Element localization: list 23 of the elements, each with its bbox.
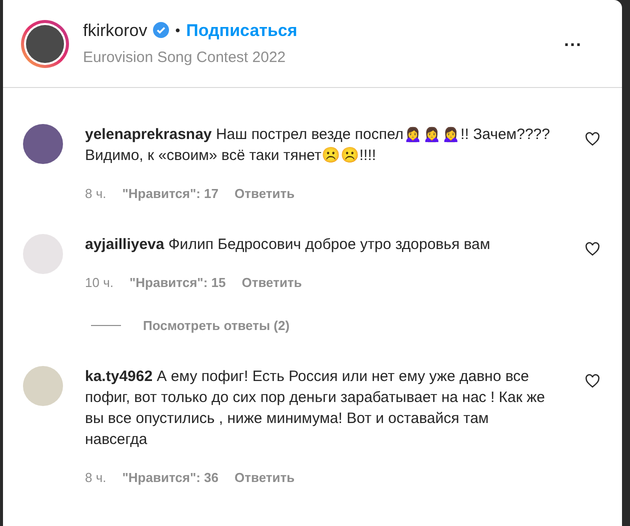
comment-time: 8 ч. [85,468,106,486]
comment-time: 10 ч. [85,274,114,292]
username[interactable]: fkirkorov [83,18,148,43]
reply-button[interactable]: Ответить [234,468,295,487]
reply-button[interactable]: Ответить [234,184,295,204]
comment-text: yelenaprekrasnay Наш пострел везде поспел🙍‍♀🙍‍♀🙍‍♀!! Зачем???? Видимо, к «своим» всё таки тянет☹☹!!!! [85,125,551,166]
comment-text: ka.ty4962 А ему пофиг! Есть Россия или нет ему уже давно все пофиг, вот только до сих пор деньги зарабатывает на нас ! Как же вы все опустились , ниже минимума! Вот и оставайся там навсегда [85,366,546,450]
more-options-button[interactable]: ... [564,30,582,56]
likes-count[interactable]: "Нравится": 17 [122,184,219,204]
comment-time: 8 ч. [85,185,106,203]
commenter-avatar[interactable] [23,124,63,164]
heart-icon[interactable] [585,242,600,256]
follow-link[interactable]: Подписаться [186,18,298,43]
comment-text: ayjailliyeva Филип Бедросович доброе утро здоровья вам [85,234,492,254]
likes-count[interactable]: "Нравится": 36 [122,468,219,487]
reply-button[interactable]: Ответить [242,272,302,292]
location-text: Eurovision Song Contest 2022 [83,48,287,68]
view-replies-button[interactable]: Посмотреть ответы (2) [143,316,290,336]
profile-avatar[interactable] [21,20,69,68]
heart-icon[interactable] [585,374,600,388]
separator-dot: • [175,20,180,40]
likes-count[interactable]: "Нравится": 15 [129,272,226,292]
heart-icon[interactable] [585,132,600,146]
